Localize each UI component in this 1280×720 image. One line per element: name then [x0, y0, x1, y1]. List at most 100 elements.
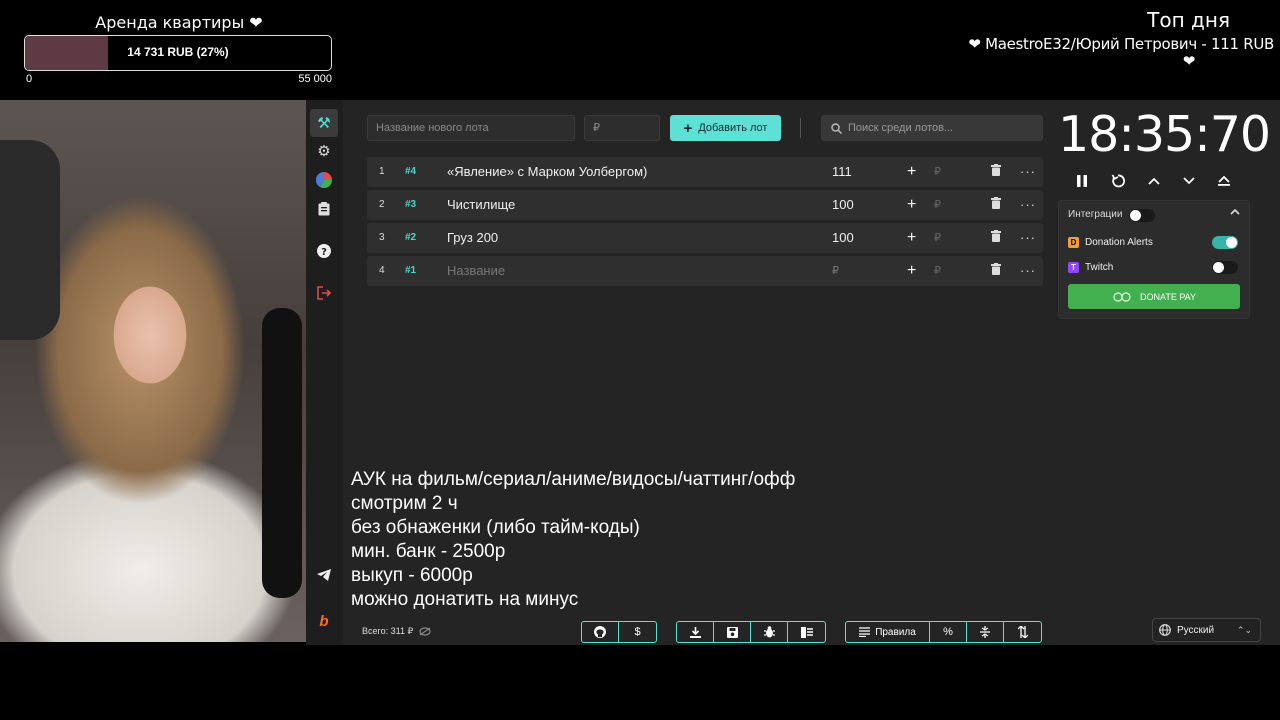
percent-icon[interactable]: %: [930, 622, 967, 642]
donation-alerts-toggle[interactable]: [1212, 236, 1238, 249]
rub-input[interactable]: ₽: [934, 190, 941, 220]
pause-icon[interactable]: [1071, 170, 1093, 192]
add-amount-icon[interactable]: +: [907, 223, 916, 253]
more-icon[interactable]: ···: [1020, 256, 1036, 286]
language-label: Русский: [1177, 624, 1215, 636]
auction-timer: 18:35:70: [1058, 106, 1271, 163]
svg-text:?: ?: [321, 247, 327, 258]
goal-progress-text: 14 731 RUB (27%): [127, 45, 229, 59]
language-select[interactable]: Русский ⌃⌄: [1152, 618, 1261, 642]
lot-amount[interactable]: 100: [832, 223, 854, 253]
trash-icon[interactable]: [991, 256, 1001, 286]
more-icon[interactable]: ···: [1020, 223, 1036, 253]
footer-file-group: [676, 621, 826, 643]
lot-index: 4: [379, 265, 385, 276]
download-icon[interactable]: [677, 622, 714, 642]
lot-name[interactable]: Груз 200: [447, 223, 498, 253]
history-icon[interactable]: [310, 195, 338, 223]
github-icon[interactable]: [582, 622, 619, 642]
integration-label: Twitch: [1085, 261, 1114, 273]
telegram-icon[interactable]: [310, 561, 338, 589]
lot-index: 3: [379, 232, 385, 243]
footer-links-group: $: [581, 621, 657, 643]
goal-min: 0: [26, 73, 33, 85]
help-icon[interactable]: ?: [310, 237, 338, 265]
integrations-toggle[interactable]: [1129, 209, 1155, 222]
donate-pay-button[interactable]: DONATE PAY: [1068, 284, 1240, 309]
add-amount-icon[interactable]: +: [907, 157, 916, 187]
rules-label: Правила: [875, 626, 916, 638]
goal-widget: Аренда квартиры ❤ 14 731 RUB (27%) 0 55 …: [24, 12, 334, 85]
sidebar: ⚒ ⚙ ? b: [306, 100, 343, 645]
add-lot-button[interactable]: + Добавить лот: [670, 115, 781, 141]
lot-amount[interactable]: 111: [832, 157, 852, 187]
split-icon[interactable]: [967, 622, 1004, 642]
chevron-down-icon[interactable]: [1178, 170, 1200, 192]
rub-input[interactable]: ₽: [934, 223, 941, 253]
donation-alerts-icon: D: [1068, 236, 1079, 248]
lot-id: #3: [405, 199, 417, 210]
trash-icon[interactable]: [991, 223, 1001, 253]
save-icon[interactable]: [714, 622, 751, 642]
import-icon[interactable]: [788, 622, 825, 642]
lot-name-placeholder[interactable]: Название: [447, 256, 505, 286]
heart-icon: ❤: [1182, 52, 1196, 70]
lot-amount[interactable]: 100: [832, 190, 854, 220]
lot-row: 2 #3 Чистилище 100 + ₽ ···: [367, 190, 1043, 220]
auction-app: ⚒ ⚙ ? b Название нового лота ₽ + Добавит…: [306, 100, 1280, 645]
reset-icon[interactable]: [1107, 170, 1129, 192]
search-icon: [831, 122, 842, 134]
webcam-microphone: [262, 308, 302, 598]
bug-icon[interactable]: [751, 622, 788, 642]
search-input[interactable]: Поиск среди лотов...: [821, 115, 1043, 141]
trash-icon[interactable]: [991, 157, 1001, 187]
stats-icon[interactable]: [310, 166, 338, 194]
auction-icon[interactable]: ⚒: [310, 109, 338, 137]
goal-title: Аренда квартиры ❤: [95, 13, 263, 32]
lot-name[interactable]: «Явление» с Марком Уолбергом): [447, 157, 647, 187]
goal-progress-bar: 14 731 RUB (27%): [24, 35, 332, 71]
top-day-entry: ❤ MaestroE32/Юрий Петрович - 111 RUB: [968, 35, 1274, 53]
lot-amount-placeholder[interactable]: ₽: [832, 256, 839, 286]
new-lot-input[interactable]: Название нового лота: [367, 115, 575, 141]
trash-icon[interactable]: [991, 190, 1001, 220]
double-up-icon[interactable]: [1213, 170, 1235, 192]
integration-twitch: T Twitch: [1068, 259, 1113, 275]
top-day-widget: Топ дня ❤ MaestroE32/Юрий Петрович - 111…: [954, 6, 1274, 70]
top-day-title: Топ дня: [1147, 8, 1230, 32]
logout-icon[interactable]: [310, 279, 338, 307]
integrations-title: Интеграции: [1068, 209, 1123, 220]
more-icon[interactable]: ···: [1020, 157, 1036, 187]
integration-label: Donation Alerts: [1085, 236, 1153, 248]
eye-off-icon[interactable]: [419, 627, 431, 636]
lot-row: 1 #4 «Явление» с Марком Уолбергом) 111 +…: [367, 157, 1043, 187]
rules-line: смотрим 2 ч: [351, 493, 458, 514]
add-amount-icon[interactable]: +: [907, 256, 916, 286]
globe-icon: [1159, 624, 1171, 636]
total-amount: Всего: 311 ₽: [362, 626, 431, 637]
total-label: Всего: 311 ₽: [362, 626, 414, 636]
price-input[interactable]: ₽: [584, 115, 660, 141]
sort-icon[interactable]: [1004, 622, 1041, 642]
rules-line: мин. банк - 2500р: [351, 541, 506, 562]
rub-input[interactable]: ₽: [934, 256, 941, 286]
twitch-icon: T: [1068, 261, 1079, 273]
lot-name[interactable]: Чистилище: [447, 190, 515, 220]
chevron-up-icon[interactable]: [1143, 170, 1165, 192]
rub-input[interactable]: ₽: [934, 157, 941, 187]
settings-icon[interactable]: ⚙: [310, 137, 338, 165]
chevron-up-icon[interactable]: [1230, 206, 1240, 218]
twitch-toggle[interactable]: [1212, 261, 1238, 274]
dollar-icon[interactable]: $: [619, 622, 656, 642]
toolbar-divider: [800, 118, 801, 138]
rules-line: АУК на фильм/сериал/аниме/видосы/чаттинг…: [351, 469, 796, 490]
webcam-feed: [0, 100, 306, 642]
rules-line: выкуп - 6000р: [351, 565, 473, 586]
add-amount-icon[interactable]: +: [907, 190, 916, 220]
more-icon[interactable]: ···: [1020, 190, 1036, 220]
auction-rules-text: АУК на фильм/сериал/аниме/видосы/чаттинг…: [351, 468, 795, 612]
lot-row: 3 #2 Груз 200 100 + ₽ ···: [367, 223, 1043, 253]
rules-button[interactable]: Правила: [846, 622, 930, 642]
integration-donation-alerts: D Donation Alerts: [1068, 234, 1153, 250]
boosty-icon[interactable]: b: [310, 607, 338, 635]
